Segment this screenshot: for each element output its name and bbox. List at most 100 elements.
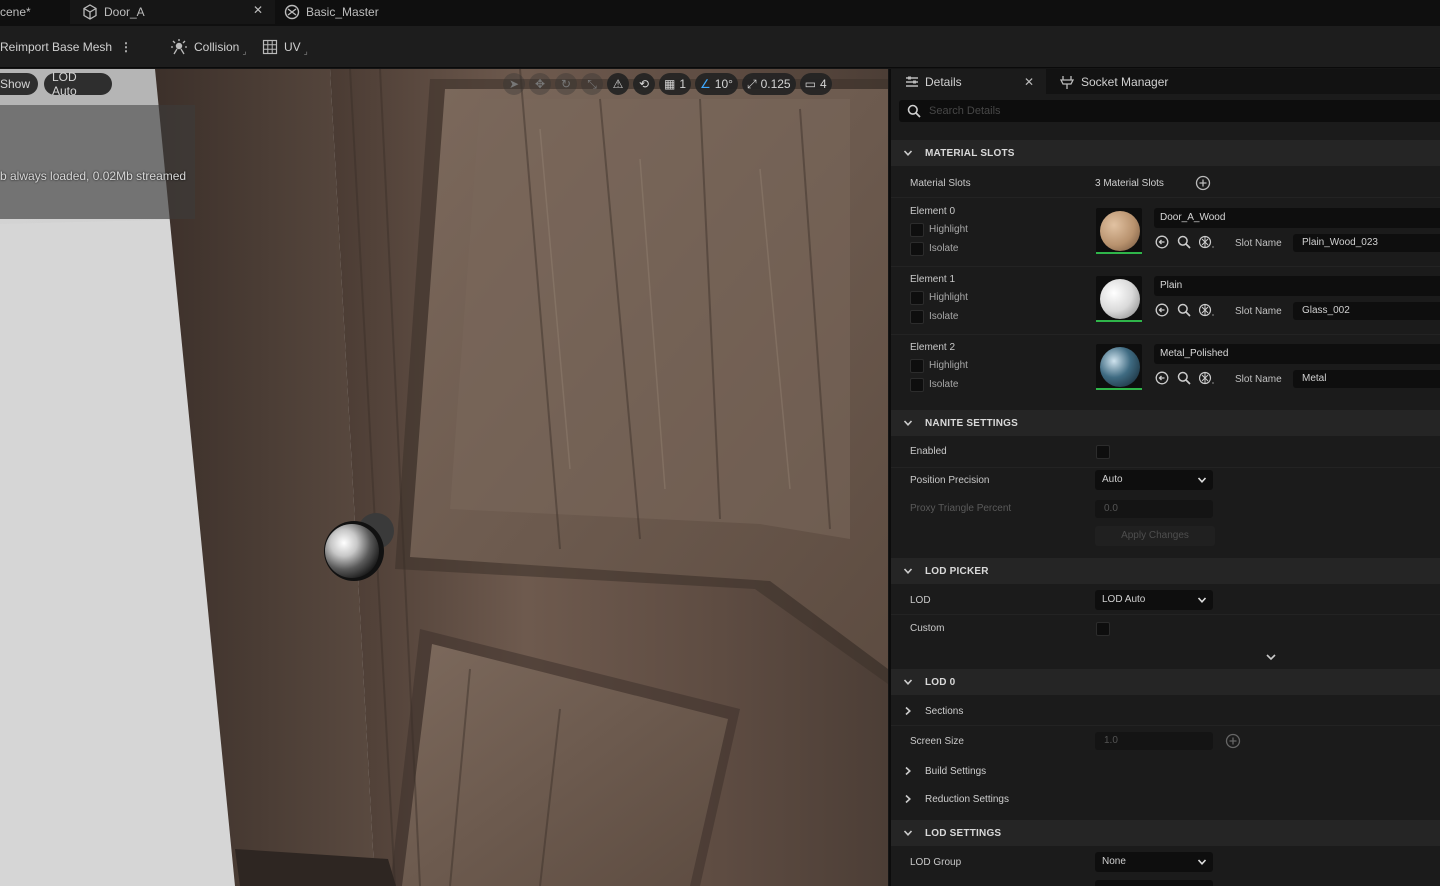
lod-settings-header[interactable]: LOD SETTINGS <box>891 820 1440 846</box>
sections-group[interactable]: Sections <box>891 698 1440 724</box>
close-icon[interactable]: ✕ <box>1024 75 1034 89</box>
material-thumbnail[interactable] <box>1096 208 1142 254</box>
divider <box>891 197 1440 198</box>
nanite-settings-header[interactable]: NANITE SETTINGS <box>891 410 1440 436</box>
slot-name-input[interactable]: Metal <box>1293 370 1440 388</box>
material-actions <box>1155 234 1215 252</box>
material-thumbnail[interactable] <box>1096 276 1142 322</box>
slot-name-input[interactable]: Glass_002 <box>1293 302 1440 320</box>
tab-socket-manager-label: Socket Manager <box>1081 74 1169 89</box>
position-precision-label: Position Precision <box>910 475 990 486</box>
material-picker[interactable]: Door_A_Wood <box>1154 208 1440 228</box>
static-mesh-icon <box>83 4 97 20</box>
tab-door-a[interactable]: Door_A ✕ <box>70 0 275 24</box>
material-options-icon[interactable] <box>1198 371 1215 388</box>
panel-tab-strip: Details ✕ Socket Manager <box>891 69 1440 94</box>
lod-group-dropdown[interactable]: None <box>1095 852 1213 872</box>
apply-changes-button[interactable]: Apply Changes <box>1095 526 1215 546</box>
search-icon[interactable] <box>1177 303 1191 320</box>
tab-basic-master[interactable]: Basic_Master <box>284 0 484 24</box>
scale-snap-button[interactable]: ⤢ 0.125 <box>741 73 796 95</box>
highlight-checkbox[interactable] <box>910 223 924 237</box>
lod-picker-title: LOD PICKER <box>925 565 989 577</box>
element-1-label: Element 1 <box>910 274 956 285</box>
highlight-checkbox[interactable] <box>910 291 924 305</box>
position-precision-dropdown[interactable]: Auto <box>1095 470 1213 490</box>
browse-to-icon[interactable] <box>1155 303 1169 320</box>
chevron-down-icon <box>1197 852 1207 880</box>
material-valid-bar <box>1096 320 1142 322</box>
details-panel: Details ✕ Socket Manager MATERIAL SLOTS … <box>889 69 1440 886</box>
material-thumbnail[interactable] <box>1096 344 1142 390</box>
chevron-down-icon <box>891 148 925 158</box>
sections-label: Sections <box>925 705 964 717</box>
more-options-icon[interactable]: ⋮ <box>120 40 132 54</box>
search-icon[interactable] <box>1177 371 1191 388</box>
search-input[interactable] <box>929 105 1329 117</box>
nanite-settings-title: NANITE SETTINGS <box>925 417 1019 429</box>
translate-tool-icon[interactable]: ✥ <box>529 73 551 95</box>
surface-snap-icon[interactable]: ⟲ <box>633 73 655 95</box>
isolate-checkbox[interactable] <box>910 310 924 324</box>
tab-socket-manager[interactable]: Socket Manager <box>1059 69 1259 94</box>
browse-to-icon[interactable] <box>1155 235 1169 252</box>
material-slots-title: MATERIAL SLOTS <box>925 147 1015 159</box>
lod0-header[interactable]: LOD 0 <box>891 669 1440 695</box>
isolate-checkbox[interactable] <box>910 242 924 256</box>
nanite-enabled-checkbox[interactable] <box>1096 445 1110 459</box>
reimport-base-mesh-button[interactable]: Reimport Base Mesh ⋮ <box>0 36 132 58</box>
show-menu-button[interactable]: Show <box>0 73 38 95</box>
search-icon[interactable] <box>1177 235 1191 252</box>
slot-name-input[interactable]: Plain_Wood_023 <box>1293 234 1440 252</box>
mesh-viewport[interactable]: Show LOD Auto b always loaded, 0.02Mb st… <box>0 69 888 886</box>
slot-name-label: Slot Name <box>1235 238 1282 249</box>
collision-icon <box>171 39 187 55</box>
collision-button[interactable]: Collision ⌟ <box>170 36 247 58</box>
isolate-label: Isolate <box>929 379 959 390</box>
material-options-icon[interactable] <box>1198 235 1215 252</box>
tab-door-a-label: Door_A <box>104 5 145 19</box>
lod-dropdown[interactable]: LOD Auto <box>1095 590 1213 610</box>
rotation-snap-button[interactable]: ∠ 10° <box>695 73 738 95</box>
isolate-checkbox[interactable] <box>910 378 924 392</box>
material-picker[interactable]: Metal_Polished <box>1154 344 1440 364</box>
material-options-icon[interactable] <box>1198 303 1215 320</box>
divider <box>891 725 1440 726</box>
uv-button[interactable]: UV ⌟ <box>262 36 308 58</box>
world-local-icon[interactable]: ⚠ <box>607 73 629 95</box>
grid-snap-button[interactable]: ▦ 1 <box>659 73 692 95</box>
lod-selector-button[interactable]: LOD Auto <box>44 70 112 98</box>
custom-lod-checkbox[interactable] <box>1096 622 1110 636</box>
uv-label: UV <box>284 40 301 54</box>
material-slots-header[interactable]: MATERIAL SLOTS <box>891 140 1440 166</box>
lod-group-label: LOD Group <box>910 857 962 868</box>
rotation-snap-value: 10° <box>714 77 733 91</box>
camera-icon: ▭ <box>804 77 816 91</box>
rotate-tool-icon[interactable]: ↻ <box>555 73 577 95</box>
scale-tool-icon[interactable]: ⤡ <box>581 73 603 95</box>
reduction-settings-group[interactable]: Reduction Settings <box>891 786 1440 812</box>
reset-to-default-icon[interactable] <box>1225 733 1241 749</box>
expand-advanced-icon[interactable] <box>1265 651 1277 663</box>
highlight-checkbox[interactable] <box>910 359 924 373</box>
reimport-label: Reimport Base Mesh <box>0 40 113 54</box>
close-icon[interactable]: ✕ <box>253 3 263 17</box>
material-picker[interactable]: Plain <box>1154 276 1440 296</box>
lod-picker-header[interactable]: LOD PICKER <box>891 558 1440 584</box>
browse-to-icon[interactable] <box>1155 371 1169 388</box>
add-slot-icon[interactable] <box>1195 175 1211 191</box>
details-icon <box>906 76 918 87</box>
material-preview-sphere <box>1100 211 1140 251</box>
dropdown-caret-icon: ⌟ <box>242 45 247 56</box>
tab-details[interactable]: Details ✕ <box>891 69 1046 94</box>
select-tool-icon[interactable]: ➤ <box>503 73 525 95</box>
camera-speed-button[interactable]: ▭ 4 <box>799 73 832 95</box>
highlight-label: Highlight <box>929 224 968 235</box>
tab-scene[interactable]: cene* <box>0 0 70 24</box>
material-slots-count: 3 Material Slots <box>1095 178 1164 189</box>
chevron-down-icon <box>891 566 925 576</box>
material-preview-sphere <box>1100 279 1140 319</box>
build-settings-group[interactable]: Build Settings <box>891 758 1440 784</box>
uv-grid-icon <box>262 39 278 55</box>
position-precision-value: Auto <box>1102 474 1123 485</box>
